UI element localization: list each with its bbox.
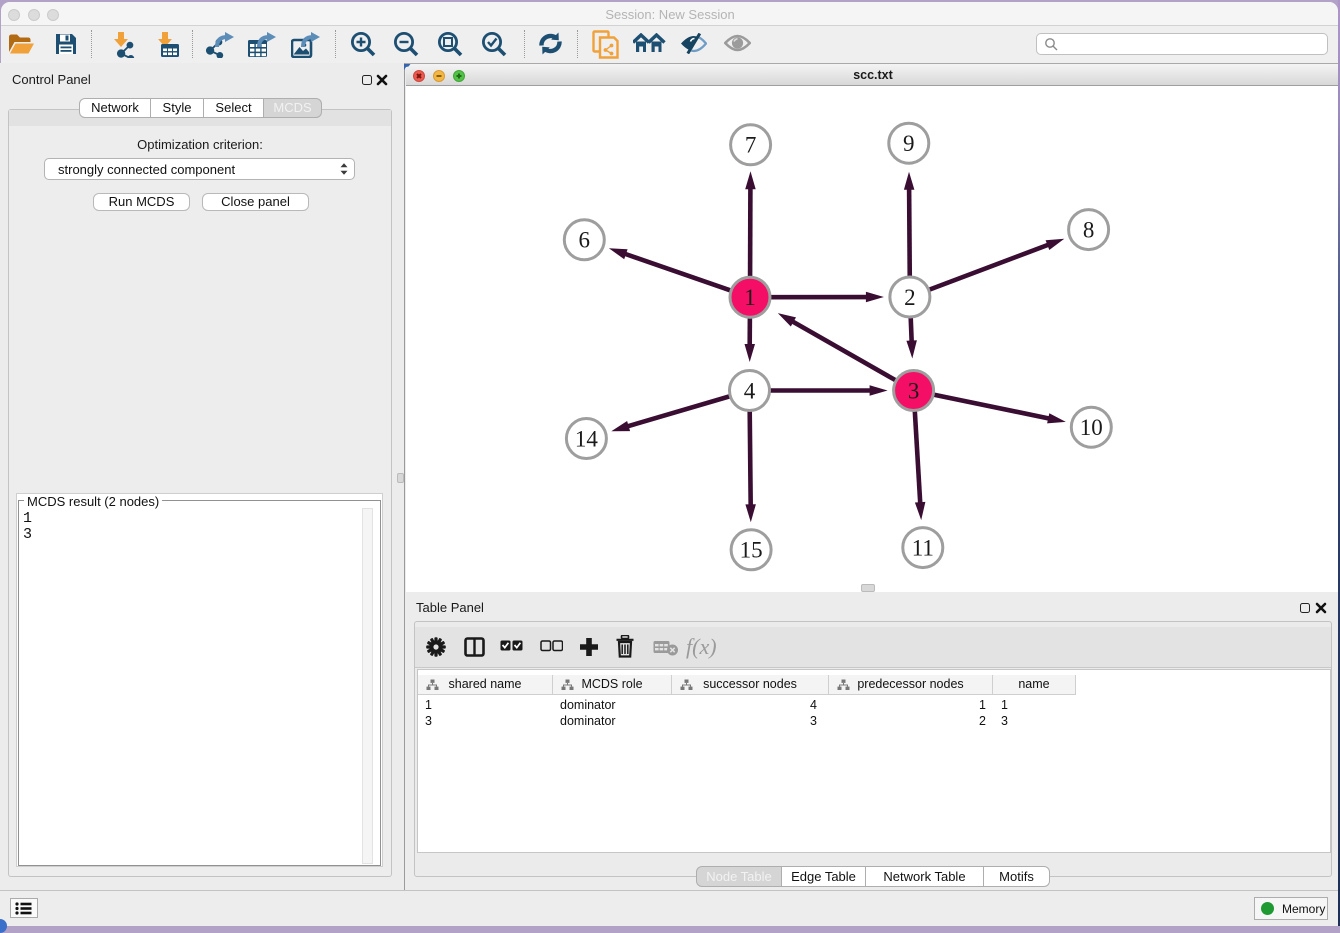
svg-text:11: 11: [912, 535, 934, 560]
svg-text:8: 8: [1083, 217, 1095, 242]
svg-text:14: 14: [575, 426, 599, 451]
svg-text:10: 10: [1080, 415, 1103, 440]
svg-text:3: 3: [908, 378, 920, 403]
svg-text:15: 15: [740, 538, 763, 563]
svg-text:1: 1: [744, 285, 756, 310]
svg-text:2: 2: [904, 285, 916, 310]
svg-text:6: 6: [579, 228, 591, 253]
svg-text:4: 4: [744, 378, 756, 403]
svg-text:7: 7: [745, 133, 757, 158]
svg-text:9: 9: [903, 131, 915, 156]
